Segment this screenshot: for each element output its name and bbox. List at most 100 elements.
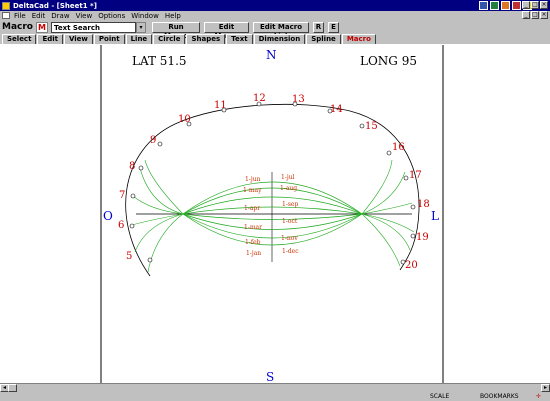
hour-label: 10 bbox=[178, 114, 191, 125]
menu-view[interactable]: View bbox=[76, 12, 93, 20]
access-icon[interactable] bbox=[512, 1, 521, 10]
north-label: N bbox=[266, 48, 277, 62]
date-curve bbox=[182, 213, 363, 230]
month-label: 1-nov bbox=[281, 235, 298, 242]
tab-edit[interactable]: Edit bbox=[37, 34, 63, 44]
menu-file[interactable]: File bbox=[14, 12, 26, 20]
tab-view[interactable]: View bbox=[63, 34, 93, 44]
month-label: 1-aug bbox=[280, 185, 297, 192]
run-macro-button[interactable]: Run Macro bbox=[152, 21, 200, 40]
month-label: 1-jul bbox=[281, 174, 295, 181]
month-label: 1-oct bbox=[282, 218, 298, 225]
e-button[interactable]: E bbox=[328, 21, 339, 33]
menu-options[interactable]: Options bbox=[98, 12, 125, 20]
title-bar: DeltaCad - [Sheet1 *] _ □ × bbox=[0, 0, 550, 11]
hour-line bbox=[144, 159, 184, 215]
month-label: 1-jun bbox=[245, 176, 261, 183]
edit-macro-button[interactable]: Edit Macro bbox=[204, 21, 249, 40]
hour-label: 13 bbox=[292, 94, 305, 105]
hour-label: 19 bbox=[416, 232, 429, 243]
month-label: 1-may bbox=[243, 187, 262, 194]
window-controls: _ □ × bbox=[522, 1, 548, 9]
hour-label: 20 bbox=[405, 260, 418, 271]
hour-marker bbox=[410, 233, 416, 239]
chevron-down-icon[interactable]: ▾ bbox=[136, 21, 146, 33]
hour-marker bbox=[359, 123, 365, 129]
date-curves bbox=[182, 181, 363, 246]
doc-minimize-icon[interactable]: _ bbox=[522, 11, 530, 19]
month-label: 1-apr bbox=[244, 205, 260, 212]
hour-marker bbox=[129, 223, 135, 229]
hour-label: 12 bbox=[253, 93, 266, 104]
menu-edit[interactable]: Edit bbox=[32, 12, 46, 20]
tab-circle[interactable]: Circle bbox=[153, 34, 186, 44]
tab-point[interactable]: Point bbox=[93, 34, 125, 44]
tool-tabs: Select Edit View Point Line Circle Shape… bbox=[0, 34, 550, 45]
latitude-label: LAT 51.5 bbox=[132, 54, 187, 68]
doc-restore-icon[interactable]: □ bbox=[531, 11, 539, 19]
hour-label: 14 bbox=[330, 104, 343, 115]
bookmarks-indicator[interactable]: BOOKMARKS bbox=[480, 393, 519, 400]
hour-line bbox=[147, 213, 184, 273]
document-icon[interactable] bbox=[2, 12, 10, 19]
excel-icon[interactable] bbox=[490, 1, 499, 10]
south-label: S bbox=[266, 370, 274, 383]
month-label: 1-sep bbox=[282, 201, 298, 208]
tab-dimension[interactable]: Dimension bbox=[253, 34, 306, 44]
menu-help[interactable]: Help bbox=[165, 12, 181, 20]
close-icon[interactable]: × bbox=[540, 1, 548, 9]
longitude-label: LONG 95 bbox=[360, 54, 417, 68]
horizontal-scrollbar[interactable]: ◂ ▸ bbox=[0, 383, 550, 392]
scroll-thumb[interactable] bbox=[8, 384, 17, 392]
powerpoint-icon[interactable] bbox=[501, 1, 510, 10]
drawing-canvas[interactable]: LAT 51.5 LONG 95 N S O L 5 6 7 8 9 10 11… bbox=[0, 45, 550, 384]
minimize-icon[interactable]: _ bbox=[522, 1, 530, 9]
hour-marker bbox=[410, 204, 416, 210]
date-curve bbox=[182, 196, 363, 215]
macro-toolbar: Macro M Text Search ▾ Run Macro Edit Mac… bbox=[0, 20, 550, 40]
macro-icon[interactable]: M bbox=[36, 21, 48, 33]
hour-label: 15 bbox=[365, 121, 378, 132]
macro-select-input[interactable]: Text Search bbox=[51, 21, 136, 33]
hour-line bbox=[361, 171, 406, 215]
tab-shapes[interactable]: Shapes bbox=[186, 34, 226, 44]
date-curve bbox=[182, 206, 363, 215]
hour-line bbox=[131, 213, 184, 226]
east-label: L bbox=[431, 209, 439, 223]
tab-macro[interactable]: Macro bbox=[341, 34, 376, 44]
scroll-right-icon[interactable]: ▸ bbox=[541, 384, 550, 392]
document-window-controls: _ □ × bbox=[522, 11, 548, 19]
hour-label: 5 bbox=[126, 251, 132, 262]
hour-label: 16 bbox=[392, 142, 405, 153]
tab-select[interactable]: Select bbox=[2, 34, 37, 44]
hour-label: 6 bbox=[118, 220, 124, 231]
hour-label: 18 bbox=[417, 199, 430, 210]
month-labels: 1-jun 1-may 1-apr 1-mar 1-feb 1-jan 1-ju… bbox=[243, 174, 299, 257]
word-icon[interactable] bbox=[479, 1, 488, 10]
edit-macro-list-button[interactable]: Edit Macro List bbox=[253, 21, 309, 40]
window-title: DeltaCad - [Sheet1 *] bbox=[13, 1, 97, 10]
maximize-icon[interactable]: □ bbox=[531, 1, 539, 9]
month-label: 1-mar bbox=[244, 224, 262, 231]
tab-text[interactable]: Text bbox=[226, 34, 253, 44]
r-button[interactable]: R bbox=[313, 21, 324, 33]
menu-window[interactable]: Window bbox=[131, 12, 159, 20]
macro-label: Macro bbox=[2, 22, 33, 32]
month-label: 1-feb bbox=[245, 239, 261, 246]
left-hour-fan bbox=[131, 159, 184, 273]
hour-marker bbox=[138, 165, 144, 171]
tab-spline[interactable]: Spline bbox=[306, 34, 341, 44]
month-label: 1-dec bbox=[282, 248, 299, 255]
crosshair-icon: ✛ bbox=[536, 393, 542, 400]
hour-marker bbox=[386, 150, 392, 156]
hour-line bbox=[361, 213, 401, 267]
doc-close-icon[interactable]: × bbox=[540, 11, 548, 19]
date-curve bbox=[182, 213, 363, 239]
hour-label: 11 bbox=[214, 100, 227, 111]
drawing-svg: LAT 51.5 LONG 95 N S O L 5 6 7 8 9 10 11… bbox=[100, 45, 444, 384]
menu-draw[interactable]: Draw bbox=[51, 12, 69, 20]
deltacad-app-icon[interactable] bbox=[2, 1, 10, 10]
tab-line[interactable]: Line bbox=[125, 34, 153, 44]
scale-indicator[interactable]: SCALE bbox=[430, 393, 449, 400]
date-curve bbox=[182, 181, 363, 215]
